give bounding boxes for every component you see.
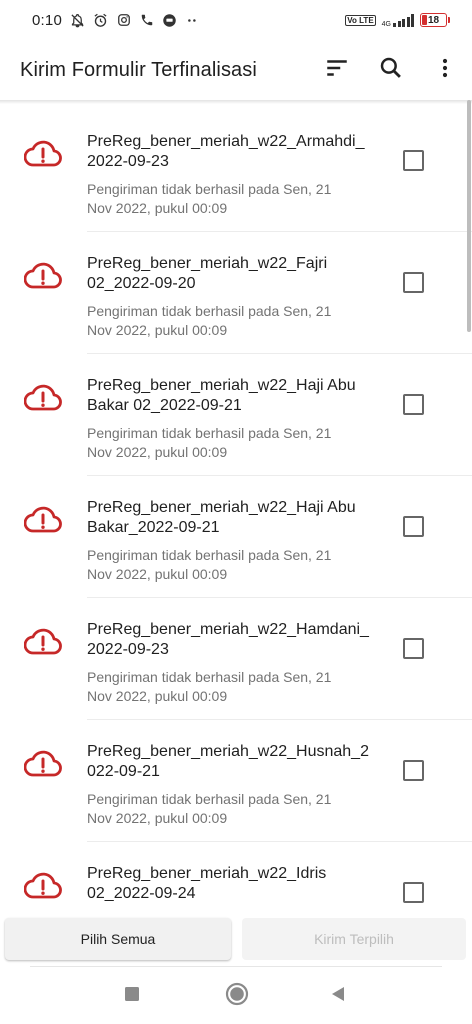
more-notifications-icon — [185, 13, 200, 28]
form-name: PreReg_bener_meriah_w22_Armahdi_ 2022-09… — [87, 133, 365, 170]
signal-icon — [393, 13, 414, 27]
phone-icon — [139, 13, 154, 28]
cloud-error-icon — [23, 506, 62, 534]
app-bar-shadow — [0, 100, 472, 104]
search-button[interactable] — [364, 43, 418, 97]
home-button[interactable] — [223, 982, 251, 1010]
cloud-error-icon — [23, 384, 62, 412]
list-item[interactable]: PreReg_bener_meriah_w22_Fajri 02_2022-09… — [0, 232, 472, 354]
cloud-error-icon — [23, 872, 62, 900]
cloud-error-icon — [23, 750, 62, 778]
list-item[interactable]: PreReg_bener_meriah_w22_Armahdi_ 2022-09… — [0, 110, 472, 232]
form-name: PreReg_bener_meriah_w22_Haji Abu Bakar_2… — [87, 499, 356, 536]
network-type: 4G — [381, 20, 391, 28]
navigation-bar — [0, 968, 472, 1024]
select-all-button[interactable]: Pilih Semua — [5, 918, 231, 960]
list-item[interactable]: PreReg_bener_meriah_w22_Hamdani_ 2022-09… — [0, 598, 472, 720]
alarm-icon — [93, 13, 108, 28]
status-time: 0:10 — [32, 11, 62, 29]
select-checkbox[interactable] — [403, 638, 424, 659]
recents-icon — [124, 986, 140, 1007]
scrollbar[interactable] — [467, 100, 471, 332]
form-status: Pengiriman tidak berhasil pada Sen, 21 N… — [87, 547, 332, 582]
select-checkbox[interactable] — [403, 516, 424, 537]
select-checkbox[interactable] — [403, 272, 424, 293]
notifications-off-icon — [70, 13, 85, 28]
form-status: Pengiriman tidak berhasil pada Sen, 21 N… — [87, 791, 332, 826]
send-selected-button[interactable]: Kirim Terpilih — [242, 918, 466, 960]
app-bar: Kirim Formulir Terfinalisasi — [0, 40, 472, 100]
select-checkbox[interactable] — [403, 394, 424, 415]
status-bar: 0:10 Vo LTE 4G 18 — [0, 0, 472, 40]
back-icon — [329, 985, 347, 1008]
battery-level: 18 — [428, 14, 440, 26]
search-icon — [378, 55, 404, 86]
bottom-action-bar: Pilih Semua Kirim Terpilih — [0, 916, 472, 968]
form-name: PreReg_bener_meriah_w22_Hamdani_ 2022-09… — [87, 621, 369, 658]
form-status: Pengiriman tidak berhasil pada Sen, 21 N… — [87, 669, 332, 704]
list-item[interactable]: PreReg_bener_meriah_w22_Idris 02_2022-09… — [0, 842, 472, 916]
page-title: Kirim Formulir Terfinalisasi — [20, 58, 257, 81]
battery-icon: 18 — [420, 13, 450, 27]
sort-button[interactable] — [310, 43, 364, 97]
form-name: PreReg_bener_meriah_w22_Husnah_2 022-09-… — [87, 743, 369, 780]
more-vert-icon — [433, 56, 457, 85]
more-options-button[interactable] — [418, 43, 472, 97]
divider — [30, 966, 442, 967]
select-checkbox[interactable] — [403, 760, 424, 781]
cloud-error-icon — [23, 628, 62, 656]
form-name: PreReg_bener_meriah_w22_Idris 02_2022-09… — [87, 865, 327, 902]
form-status: Pengiriman tidak berhasil pada Sen, 21 N… — [87, 181, 332, 216]
recents-button[interactable] — [118, 982, 146, 1010]
back-button[interactable] — [324, 982, 352, 1010]
list-item[interactable]: PreReg_bener_meriah_w22_Haji Abu Bakar 0… — [0, 354, 472, 476]
select-checkbox[interactable] — [403, 882, 424, 903]
select-checkbox[interactable] — [403, 150, 424, 171]
volte-badge: Vo LTE — [345, 14, 376, 26]
cloud-error-icon — [23, 262, 62, 290]
sort-icon — [324, 55, 350, 86]
instagram-icon — [116, 13, 131, 28]
form-name: PreReg_bener_meriah_w22_Fajri 02_2022-09… — [87, 255, 328, 292]
chat-bubble-icon — [162, 13, 177, 28]
home-icon — [225, 982, 249, 1011]
form-status: Pengiriman tidak berhasil pada Sen, 21 N… — [87, 303, 332, 338]
form-name: PreReg_bener_meriah_w22_Haji Abu Bakar 0… — [87, 377, 356, 414]
form-status: Pengiriman tidak berhasil pada Sen, 21 N… — [87, 425, 332, 460]
cloud-error-icon — [23, 140, 62, 168]
form-list[interactable]: PreReg_bener_meriah_w22_Armahdi_ 2022-09… — [0, 110, 472, 916]
list-item[interactable]: PreReg_bener_meriah_w22_Haji Abu Bakar_2… — [0, 476, 472, 598]
list-item[interactable]: PreReg_bener_meriah_w22_Husnah_2 022-09-… — [0, 720, 472, 842]
